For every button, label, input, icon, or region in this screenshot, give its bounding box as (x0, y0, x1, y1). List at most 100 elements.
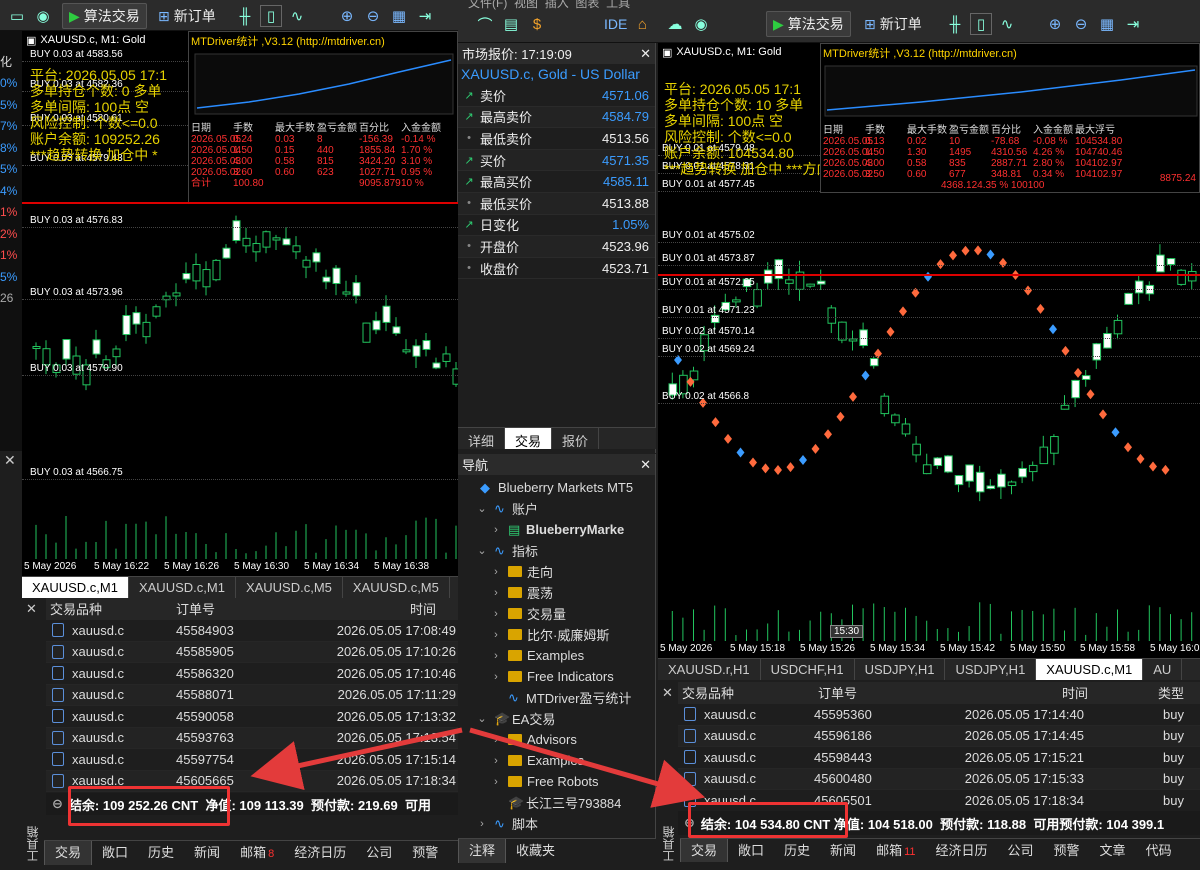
close-icon[interactable]: ✕ (640, 46, 651, 62)
navigator-item[interactable]: 🎓 长江三号793884 (458, 792, 655, 813)
navigator-item[interactable]: › ▤ BlueberryMarke (458, 519, 655, 540)
toolbox-label[interactable]: 工具箱 (660, 818, 676, 862)
right-chart[interactable]: ▣ XAUUSD.c, M1: Gold BUY 0.01 at 4579.48 B… (658, 43, 1200, 658)
left-chart[interactable]: ▣ XAUUSD.c, M1: Gold BUY 0.03 at 4583.56 B… (22, 31, 458, 576)
chart-type-buttons[interactable]: ╫ ▯ ∿ (228, 3, 314, 29)
market-watch-row[interactable]: • 最低买价 4513.88 (458, 192, 655, 215)
navigator-tab[interactable]: 收藏夹 (506, 839, 565, 863)
navigator-item[interactable]: ◆ Blueberry Markets MT5 (458, 477, 655, 498)
table-row[interactable]: xauusd.c 45600480 2026.05.05 17:15:33 buy (678, 768, 1200, 790)
chevron-right-icon[interactable]: › (490, 566, 502, 578)
navigator-tab[interactable]: 注释 (458, 838, 507, 863)
table-row[interactable]: xauusd.c 45596186 2026.05.05 17:14:45 buy (678, 725, 1200, 747)
col-order[interactable]: 订单号 (818, 683, 928, 702)
close-icon[interactable]: ✕ (26, 601, 37, 617)
close-icon[interactable]: ✕ (640, 457, 651, 473)
bottom-tab[interactable]: 预警 (402, 841, 448, 865)
col-time[interactable]: 时间 (276, 599, 456, 618)
chart-type-buttons[interactable]: ╫ ▯ ∿ (938, 11, 1024, 37)
bottom-tab[interactable]: 预警 (1044, 839, 1090, 862)
menu-view[interactable]: 视图 (514, 0, 538, 10)
chevron-down-icon[interactable]: ⌄ (476, 544, 488, 557)
table-row[interactable]: xauusd.c 45595360 2026.05.05 17:14:40 buy (678, 704, 1200, 726)
bottom-tab[interactable]: 经济日历 (284, 841, 356, 865)
bottom-tab[interactable]: 邮箱 11 (866, 839, 925, 862)
navigator-item[interactable]: › 比尔·威廉姆斯 (458, 624, 655, 645)
navigator-item[interactable]: › Free Indicators (458, 666, 655, 687)
chevron-right-icon[interactable]: › (490, 776, 502, 788)
toolbox-label[interactable]: 工具箱 (24, 818, 40, 862)
chart-tab[interactable]: USDJPY,H1 (945, 659, 1037, 680)
chart-tab[interactable]: XAUUSD.c,M5 (343, 577, 450, 598)
market-watch-row[interactable]: • 开盘价 4523.96 (458, 236, 655, 258)
table-row[interactable]: xauusd.c 45584903 2026.05.05 17:08:49 (46, 620, 458, 642)
chevron-right-icon[interactable]: › (476, 818, 488, 830)
table-row[interactable]: xauusd.c 45593763 2026.05.05 17:13:54 (46, 727, 458, 749)
table-row[interactable]: xauusd.c 45598443 2026.05.05 17:15:21 buy (678, 747, 1200, 769)
navigator-item[interactable]: › 震荡 (458, 582, 655, 603)
chart-tab[interactable]: XAUUSD.c,M1 (1036, 659, 1144, 680)
table-row[interactable]: xauusd.c 45588071 2026.05.05 17:11:29 (46, 684, 458, 706)
right-toolbar-icons[interactable]: ☁ ◉ (658, 11, 718, 37)
bottom-tab[interactable]: 经济日历 (926, 839, 998, 862)
table-row[interactable]: xauusd.c 45597754 2026.05.05 17:15:14 (46, 749, 458, 771)
zoom-buttons[interactable]: ⊕ ⊖ ▦ ⇥ (1038, 11, 1150, 37)
chart-tab[interactable]: XAUUSD.c,M1 (22, 577, 129, 598)
close-icon[interactable]: ✕ (4, 452, 16, 469)
bottom-tab[interactable]: 历史 (774, 839, 820, 862)
chart-tab[interactable]: 详细 (458, 428, 506, 449)
chevron-right-icon[interactable]: › (490, 587, 502, 599)
close-icon[interactable]: ✕ (662, 685, 673, 701)
navigator-item[interactable]: ⌄ ∿ 指标 (458, 540, 655, 561)
navigator-item[interactable]: ∿ MTDriver盈亏统计 (458, 687, 655, 708)
chart-tab[interactable]: XAUUSD.r,H1 (658, 659, 761, 680)
navigator-item[interactable]: › 交易量 (458, 603, 655, 624)
middle-tool-icons[interactable]: ⌒ ▤ $ (468, 11, 554, 37)
bottom-tab[interactable]: 历史 (138, 841, 184, 865)
navigator-item[interactable]: ⌄ 🎓 EA交易 (458, 708, 655, 729)
algo-trading-button[interactable]: ▶ 算法交易 (62, 3, 147, 29)
navigator-item[interactable]: › Examples (458, 750, 655, 771)
col-symbol[interactable]: 交易品种 (46, 599, 176, 618)
chevron-down-icon[interactable]: ⌄ (476, 712, 488, 725)
chevron-right-icon[interactable]: › (490, 671, 502, 683)
menu-tools[interactable]: 工具 (606, 0, 630, 10)
col-symbol[interactable]: 交易品种 (678, 683, 818, 702)
chart-tab[interactable]: USDCHF,H1 (761, 659, 855, 680)
bottom-tab[interactable]: 新闻 (184, 841, 230, 865)
chevron-right-icon[interactable]: › (490, 524, 502, 536)
market-watch-row[interactable]: ↗ 最高卖价 4584.79 (458, 106, 655, 129)
col-time[interactable]: 时间 (928, 683, 1088, 702)
chart-tab[interactable]: 交易 (505, 428, 553, 449)
table-row[interactable]: xauusd.c 45586320 2026.05.05 17:10:46 (46, 663, 458, 685)
menu-insert[interactable]: 插入 (545, 0, 569, 10)
market-watch-row[interactable]: ↗ 日变化 1.05% (458, 215, 655, 237)
bottom-tab[interactable]: 敞口 (92, 841, 138, 865)
bottom-tab[interactable]: 邮箱 8 (230, 841, 284, 865)
market-watch-row[interactable]: • 最低卖价 4513.56 (458, 128, 655, 150)
table-row[interactable]: xauusd.c 45590058 2026.05.05 17:13:32 (46, 706, 458, 728)
menu-chart[interactable]: 图表 (575, 0, 599, 10)
bottom-tab[interactable]: 新闻 (820, 839, 866, 862)
collapse-icon[interactable]: ⊖ (52, 796, 63, 812)
new-order-button[interactable]: ⊞ 新订单 (152, 3, 222, 29)
new-order-button[interactable]: ⊞ 新订单 (858, 11, 928, 37)
menu-file[interactable]: 文件(F) (468, 0, 507, 10)
navigator-item[interactable]: › Free Robots (458, 771, 655, 792)
bottom-tab[interactable]: 公司 (356, 841, 402, 865)
chevron-right-icon[interactable]: › (490, 755, 502, 767)
bottom-tab[interactable]: 文章 (1090, 839, 1136, 862)
chevron-down-icon[interactable]: ⌄ (476, 502, 488, 515)
market-watch-row[interactable]: ↗ 买价 4571.35 (458, 149, 655, 172)
navigator-item[interactable]: › Examples (458, 645, 655, 666)
table-row[interactable]: xauusd.c 45585905 2026.05.05 17:10:26 (46, 641, 458, 663)
col-type[interactable]: 类型 (1088, 683, 1200, 702)
bottom-tab[interactable]: 代码 (1136, 839, 1182, 862)
chart-tab[interactable]: USDJPY,H1 (855, 659, 946, 680)
ide-button[interactable]: IDE ⌂ (598, 11, 659, 37)
zoom-buttons[interactable]: ⊕ ⊖ ▦ ⇥ (330, 3, 442, 29)
market-watch-row[interactable]: • 收盘价 4523.71 (458, 258, 655, 280)
chevron-right-icon[interactable]: › (490, 629, 502, 641)
col-order[interactable]: 订单号 (176, 599, 276, 618)
bottom-tab[interactable]: 公司 (998, 839, 1044, 862)
